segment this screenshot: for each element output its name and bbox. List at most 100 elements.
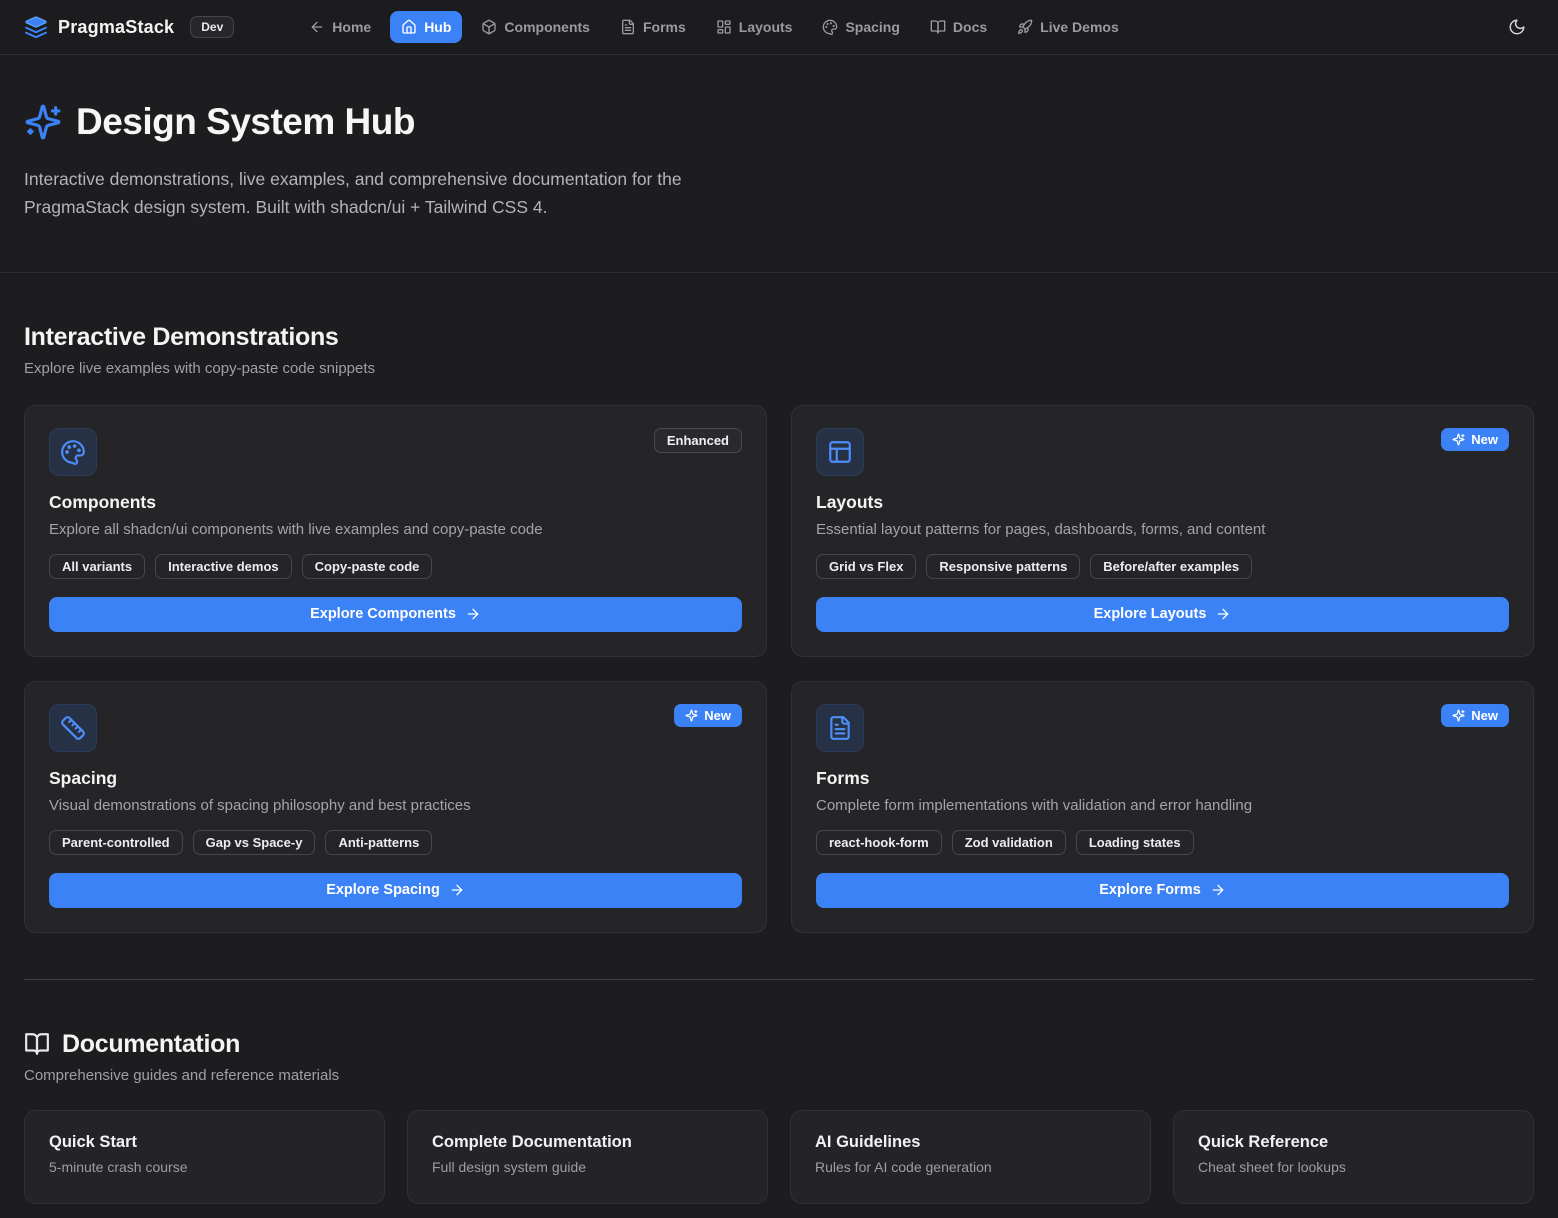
demos-heading: Interactive Demonstrations — [24, 323, 1534, 352]
badge-label: New — [1471, 432, 1498, 447]
doc-card-title: Complete Documentation — [432, 1133, 743, 1152]
hero-description: Interactive demonstrations, live example… — [24, 165, 774, 222]
main-content: Interactive Demonstrations Explore live … — [0, 323, 1558, 1204]
button-label: Explore Components — [310, 606, 456, 622]
rocket-icon — [1017, 19, 1033, 35]
doc-card-quick-reference[interactable]: Quick Reference Cheat sheet for lookups — [1173, 1110, 1534, 1204]
nav-item-label: Forms — [643, 19, 686, 35]
explore-components-button[interactable]: Explore Components — [49, 597, 742, 632]
demos-section-head: Interactive Demonstrations Explore live … — [24, 323, 1534, 377]
demo-card-layouts: New Layouts Essential layout patterns fo… — [791, 405, 1534, 657]
layout-panel-icon — [816, 428, 864, 476]
dev-badge: Dev — [190, 16, 234, 38]
tag: Parent-controlled — [49, 830, 183, 855]
nav-item-label: Layouts — [739, 19, 793, 35]
nav-item-spacing[interactable]: Spacing — [811, 11, 910, 43]
tag-row: react-hook-form Zod validation Loading s… — [816, 830, 1509, 855]
card-description: Explore all shadcn/ui components with li… — [49, 519, 742, 540]
nav-item-label: Docs — [953, 19, 987, 35]
nav-item-components[interactable]: Components — [470, 11, 601, 43]
explore-spacing-button[interactable]: Explore Spacing — [49, 873, 742, 908]
arrow-right-icon — [1210, 882, 1226, 898]
doc-card-title: AI Guidelines — [815, 1133, 1126, 1152]
explore-layouts-button[interactable]: Explore Layouts — [816, 597, 1509, 632]
card-description: Complete form implementations with valid… — [816, 795, 1509, 816]
tag: Loading states — [1076, 830, 1194, 855]
home-icon — [401, 19, 417, 35]
button-label: Explore Layouts — [1094, 606, 1207, 622]
arrow-right-icon — [465, 606, 481, 622]
file-text-icon — [620, 19, 636, 35]
moon-icon — [1508, 18, 1526, 36]
demos-subheading: Explore live examples with copy-paste co… — [24, 360, 1534, 377]
tag-row: All variants Interactive demos Copy-past… — [49, 554, 742, 579]
book-open-icon — [930, 19, 946, 35]
card-description: Essential layout patterns for pages, das… — [816, 519, 1509, 540]
badge-label: New — [1471, 708, 1498, 723]
card-title: Spacing — [49, 768, 742, 789]
documentation-subheading: Comprehensive guides and reference mater… — [24, 1067, 1534, 1084]
card-description: Visual demonstrations of spacing philoso… — [49, 795, 742, 816]
documentation-heading: Documentation — [62, 1030, 240, 1059]
card-title: Forms — [816, 768, 1509, 789]
button-label: Explore Forms — [1099, 882, 1201, 898]
doc-card-complete-documentation[interactable]: Complete Documentation Full design syste… — [407, 1110, 768, 1204]
tag: Responsive patterns — [926, 554, 1080, 579]
explore-forms-button[interactable]: Explore Forms — [816, 873, 1509, 908]
section-divider — [24, 979, 1534, 980]
doc-card-subtitle: Full design system guide — [432, 1159, 743, 1175]
nav-item-forms[interactable]: Forms — [609, 11, 697, 43]
tag: All variants — [49, 554, 145, 579]
demo-card-spacing: New Spacing Visual demonstrations of spa… — [24, 681, 767, 933]
new-badge: New — [1441, 704, 1509, 727]
doc-card-ai-guidelines[interactable]: AI Guidelines Rules for AI code generati… — [790, 1110, 1151, 1204]
nav-item-hub[interactable]: Hub — [390, 11, 462, 43]
nav-item-label: Components — [504, 19, 590, 35]
tag: Grid vs Flex — [816, 554, 916, 579]
doc-card-title: Quick Start — [49, 1133, 360, 1152]
documentation-section-head: Documentation Comprehensive guides and r… — [24, 1030, 1534, 1084]
nav-menu: Home Hub Components Forms Layouts — [298, 11, 1129, 43]
nav-item-docs[interactable]: Docs — [919, 11, 998, 43]
arrow-right-icon — [449, 882, 465, 898]
nav-item-label: Hub — [424, 19, 451, 35]
arrow-left-icon — [309, 19, 325, 35]
page-title: Design System Hub — [76, 101, 415, 143]
tag: Zod validation — [952, 830, 1066, 855]
tag: Copy-paste code — [302, 554, 433, 579]
layers-icon — [24, 15, 48, 39]
nav-item-layouts[interactable]: Layouts — [705, 11, 804, 43]
hero-section: Design System Hub Interactive demonstrat… — [0, 55, 1558, 273]
layout-grid-icon — [716, 19, 732, 35]
nav-item-live-demos[interactable]: Live Demos — [1006, 11, 1130, 43]
nav-item-label: Live Demos — [1040, 19, 1119, 35]
tag-row: Grid vs Flex Responsive patterns Before/… — [816, 554, 1509, 579]
tag: Gap vs Space-y — [193, 830, 316, 855]
demo-card-forms: New Forms Complete form implementations … — [791, 681, 1534, 933]
tag: react-hook-form — [816, 830, 942, 855]
brand[interactable]: PragmaStack Dev — [24, 15, 234, 39]
palette-icon — [822, 19, 838, 35]
demo-card-components: Enhanced Components Explore all shadcn/u… — [24, 405, 767, 657]
card-title: Components — [49, 492, 742, 513]
sparkles-icon — [24, 103, 62, 141]
brand-name: PragmaStack — [58, 17, 174, 38]
theme-toggle-button[interactable] — [1500, 10, 1534, 44]
nav-item-label: Spacing — [845, 19, 899, 35]
book-open-icon — [24, 1031, 50, 1057]
badge-label: New — [704, 708, 731, 723]
doc-card-quick-start[interactable]: Quick Start 5-minute crash course — [24, 1110, 385, 1204]
doc-card-subtitle: Rules for AI code generation — [815, 1159, 1126, 1175]
nav-item-home[interactable]: Home — [298, 11, 382, 43]
doc-card-grid: Quick Start 5-minute crash course Comple… — [24, 1110, 1534, 1204]
doc-card-title: Quick Reference — [1198, 1133, 1509, 1152]
file-text-icon — [816, 704, 864, 752]
doc-card-subtitle: 5-minute crash course — [49, 1159, 360, 1175]
card-title: Layouts — [816, 492, 1509, 513]
ruler-icon — [49, 704, 97, 752]
box-icon — [481, 19, 497, 35]
nav-item-label: Home — [332, 19, 371, 35]
button-label: Explore Spacing — [326, 882, 440, 898]
tag: Interactive demos — [155, 554, 292, 579]
new-badge: New — [674, 704, 742, 727]
